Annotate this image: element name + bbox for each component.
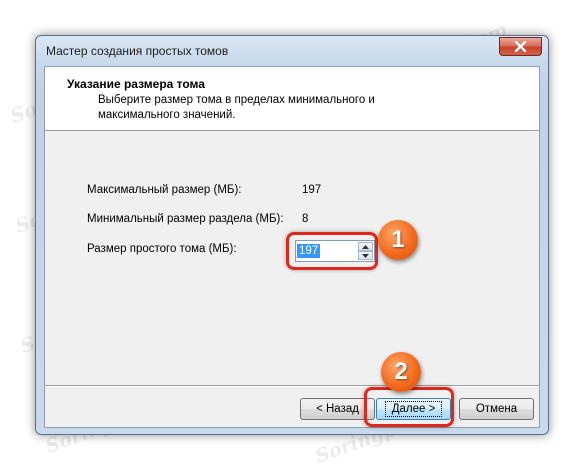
page-description: Выберите размер тома в пределах минималь… [98,94,375,121]
window-title: Мастер создания простых томов [46,44,229,58]
step-badge-2: 2 [381,352,421,392]
volume-size-highlight [286,232,378,270]
max-size-value: 197 [302,184,322,196]
cancel-button-label: Отмена [475,403,518,415]
close-button[interactable] [499,37,542,56]
page-title: Указание размера тома [67,77,205,91]
min-size-value: 8 [302,213,309,225]
step-badge-1: 1 [378,220,418,260]
volume-size-label: Размер простого тома (МБ): [87,243,237,255]
min-size-label: Минимальный размер раздела (МБ): [87,213,284,225]
back-button-label: < Назад [316,403,359,415]
wizard-header: Указание размера тома Выберите размер то… [45,67,539,131]
cancel-button[interactable]: Отмена [459,398,534,420]
next-button-highlight [364,387,454,427]
close-icon [514,41,527,52]
max-size-label: Максимальный размер (МБ): [87,184,242,196]
footer-divider [45,385,539,387]
